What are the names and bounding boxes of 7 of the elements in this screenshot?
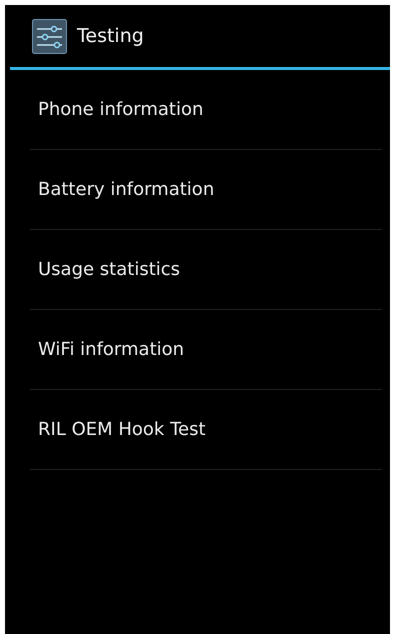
- menu-item[interactable]: WiFi information: [30, 339, 184, 360]
- settings-sliders-icon[interactable]: [32, 18, 67, 54]
- menu-item[interactable]: Usage statistics: [30, 259, 180, 280]
- menu-item[interactable]: RIL OEM Hook Test: [30, 419, 206, 440]
- menu-item[interactable]: Battery information: [30, 179, 214, 200]
- action-bar-title: Testing: [77, 25, 144, 47]
- menu-item[interactable]: Phone information: [30, 99, 204, 120]
